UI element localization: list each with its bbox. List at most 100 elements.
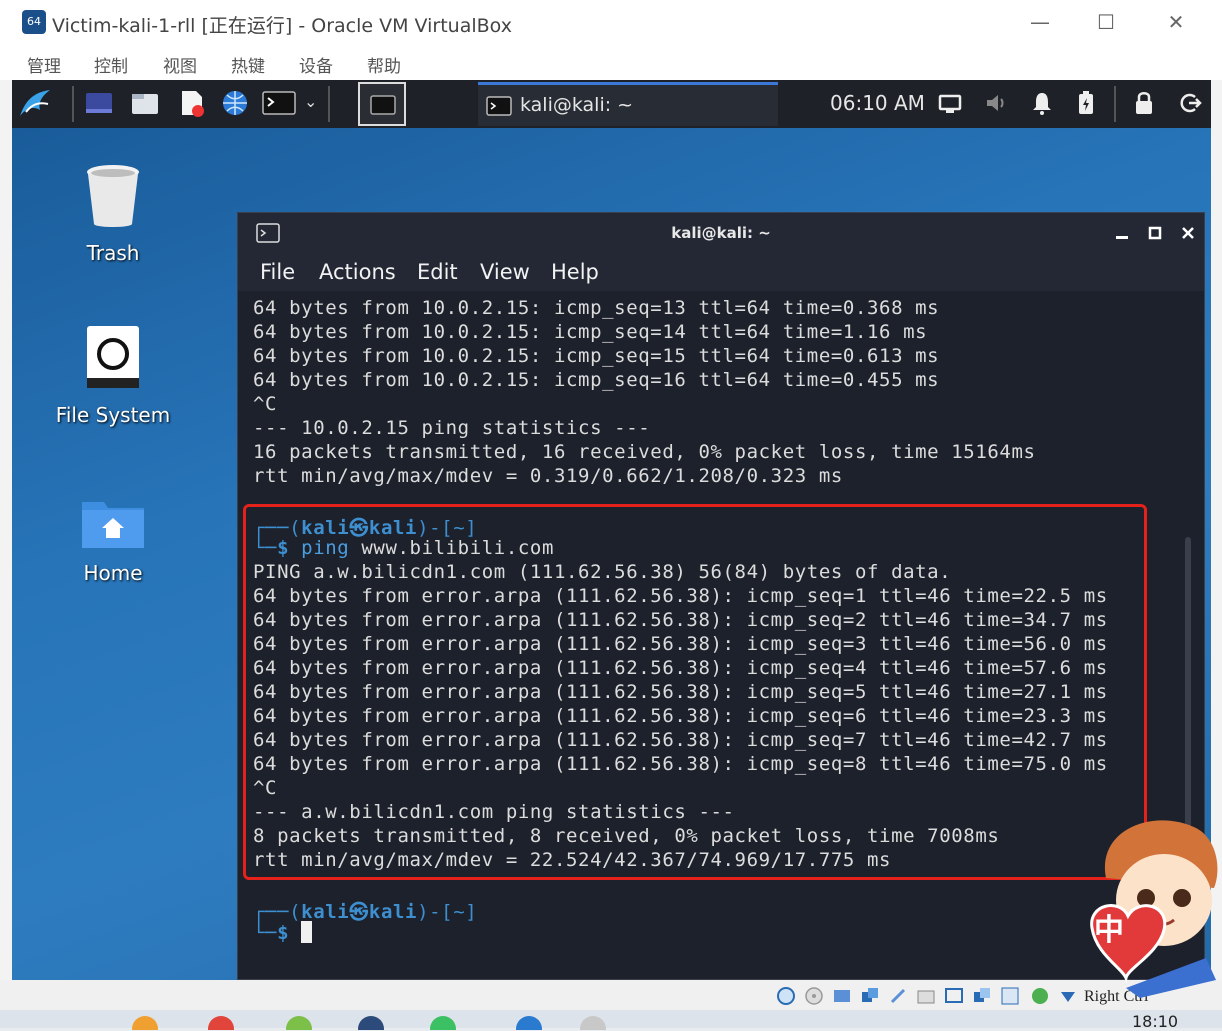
prompt-symbol: $ xyxy=(277,537,290,559)
panel-clock[interactable]: 06:10 AM xyxy=(830,91,925,115)
terminal-line: rtt min/avg/max/mdev = 0.319/0.662/1.208… xyxy=(253,465,843,487)
terminal-line: 64 bytes from error.arpa (111.62.56.38):… xyxy=(253,609,1108,631)
taskbar-item-terminal[interactable]: kali@kali: ~ xyxy=(478,82,778,126)
terminal-launcher-icon[interactable] xyxy=(262,88,298,118)
terminal-menu-file[interactable]: File xyxy=(260,260,295,284)
kali-menu-icon[interactable] xyxy=(16,86,54,122)
host-taskbar: 18:10 xyxy=(0,1010,1222,1031)
command-argument: www.bilibili.com xyxy=(361,537,554,559)
vbox-window-title: Victim-kali-1-rll [正在运行] - Oracle VM Vir… xyxy=(52,15,512,37)
terminal-close-button[interactable] xyxy=(1176,221,1200,245)
terminal-menu-help[interactable]: Help xyxy=(551,260,599,284)
terminal-line: --- a.w.bilicdn1.com ping statistics --- xyxy=(253,801,735,823)
terminal-line: 64 bytes from 10.0.2.15: icmp_seq=16 ttl… xyxy=(253,369,940,391)
terminal-window: kali@kali: ~ File Actions Edit View Help… xyxy=(237,212,1205,980)
prompt-cwd: )-[~] xyxy=(417,901,478,923)
show-desktop-icon[interactable] xyxy=(84,88,114,118)
host-clock[interactable]: 18:10 xyxy=(1132,1012,1178,1031)
workspace-terminal-icon xyxy=(370,95,396,115)
prompt-frame: └─ xyxy=(253,922,278,944)
virtualbox-window: 64 Victim-kali-1-rll [正在运行] - Oracle VM … xyxy=(0,0,1222,1031)
vbox-titlebar: 64 Victim-kali-1-rll [正在运行] - Oracle VM … xyxy=(0,0,1222,44)
terminal-output[interactable]: 64 bytes from 10.0.2.15: icmp_seq=13 ttl… xyxy=(238,291,1204,979)
display-icon[interactable] xyxy=(938,88,962,118)
mouse-integration-status-icon[interactable] xyxy=(1058,986,1078,1006)
terminal-minimize-button[interactable] xyxy=(1110,221,1134,245)
terminal-line: 64 bytes from error.arpa (111.62.56.38):… xyxy=(253,657,1108,679)
command-name: ping xyxy=(301,537,350,559)
desktop-icon-file-system[interactable]: File System xyxy=(38,324,188,427)
maximize-icon xyxy=(1148,226,1162,240)
web-browser-icon[interactable] xyxy=(220,88,250,118)
desktop-icon-label: File System xyxy=(55,403,171,427)
minimize-icon xyxy=(1116,236,1128,239)
desktop-icon-label: Trash xyxy=(86,241,140,265)
terminal-menu-view[interactable]: View xyxy=(480,260,530,284)
vbox-statusbar: Right Ctrl xyxy=(0,980,1222,1010)
close-button[interactable]: ✕ xyxy=(1156,8,1196,36)
recording-status-icon[interactable] xyxy=(972,986,992,1006)
optical-drive-status-icon[interactable] xyxy=(804,986,824,1006)
kali-top-panel: ⌄ kali@kali: ~ 06:10 AM xyxy=(12,80,1211,128)
notifications-bell-icon[interactable] xyxy=(1030,88,1054,118)
prompt-frame: ┌──( xyxy=(253,517,302,539)
home-folder-icon xyxy=(82,502,144,548)
prompt-user-host: kali㉿kali xyxy=(301,901,418,923)
usb-status-icon[interactable] xyxy=(888,986,908,1006)
prompt-frame: ┌──( xyxy=(253,901,302,923)
trash-icon xyxy=(87,165,139,227)
minimize-button[interactable]: — xyxy=(1020,8,1060,36)
terminal-line: 64 bytes from 10.0.2.15: icmp_seq=15 ttl… xyxy=(253,345,940,367)
prompt-user-host: kali㉿kali xyxy=(301,517,418,539)
terminal-line: 8 packets transmitted, 8 received, 0% pa… xyxy=(253,825,1000,847)
desktop-icon-home[interactable]: Home xyxy=(38,494,188,585)
terminal-titlebar: kali@kali: ~ xyxy=(238,213,1204,253)
menu-hotkeys[interactable]: 热键 xyxy=(231,52,265,77)
hard-disk-status-icon[interactable] xyxy=(776,986,796,1006)
prompt-cwd: )-[~] xyxy=(417,517,478,539)
battery-charging-icon[interactable] xyxy=(1074,88,1098,118)
desktop-icon-trash[interactable]: Trash xyxy=(38,162,188,265)
menu-manage[interactable]: 管理 xyxy=(27,52,61,77)
prompt-frame: └─ xyxy=(253,537,278,559)
terminal-line: 64 bytes from error.arpa (111.62.56.38):… xyxy=(253,729,1108,751)
vbox-menubar: 管理 控制 视图 热键 设备 帮助 xyxy=(0,44,1222,80)
mascot-badge-text: 中 xyxy=(1094,913,1124,948)
terminal-line: 64 bytes from error.arpa (111.62.56.38):… xyxy=(253,681,1108,703)
network-status-icon[interactable] xyxy=(860,986,880,1006)
terminal-input-line[interactable]: └─$ xyxy=(253,921,313,944)
terminal-line: 16 packets transmitted, 16 received, 0% … xyxy=(253,441,1036,463)
guest-additions-status-icon[interactable] xyxy=(1030,986,1050,1006)
maximize-button[interactable]: ☐ xyxy=(1086,8,1126,36)
terminal-maximize-button[interactable] xyxy=(1143,221,1167,245)
text-cursor xyxy=(301,921,313,943)
logout-icon[interactable] xyxy=(1178,88,1202,118)
terminal-menu-edit[interactable]: Edit xyxy=(417,260,458,284)
terminal-menubar: File Actions Edit View Help xyxy=(238,253,1204,291)
terminal-line: rtt min/avg/max/mdev = 22.524/42.367/74.… xyxy=(253,849,892,871)
text-editor-icon[interactable] xyxy=(176,88,206,118)
terminal-menu-actions[interactable]: Actions xyxy=(319,260,396,284)
display-status-icon[interactable] xyxy=(944,986,964,1006)
terminal-line: ^C xyxy=(253,777,278,799)
taskbar-item-label: kali@kali: ~ xyxy=(520,94,634,116)
menu-view[interactable]: 视图 xyxy=(163,52,197,77)
prompt-symbol: $ xyxy=(277,922,290,944)
shared-folders-status-icon[interactable] xyxy=(916,986,936,1006)
menu-devices[interactable]: 设备 xyxy=(299,52,333,77)
terminal-line: 64 bytes from error.arpa (111.62.56.38):… xyxy=(253,585,1108,607)
terminal-dropdown-chevron-icon[interactable]: ⌄ xyxy=(304,92,317,112)
terminal-line: --- 10.0.2.15 ping statistics --- xyxy=(253,417,651,439)
menu-help[interactable]: 帮助 xyxy=(367,52,401,77)
virtualization-status-icon[interactable] xyxy=(1000,986,1020,1006)
lock-screen-icon[interactable] xyxy=(1132,88,1156,118)
terminal-line: PING a.w.bilicdn1.com (111.62.56.38) 56(… xyxy=(253,561,952,583)
panel-separator xyxy=(328,86,330,122)
workspace-switcher[interactable] xyxy=(358,82,406,126)
file-manager-icon[interactable] xyxy=(130,88,160,118)
menu-control[interactable]: 控制 xyxy=(94,52,128,77)
terminal-line: ^C xyxy=(253,393,278,415)
task-terminal-icon xyxy=(486,96,512,116)
volume-muted-icon[interactable] xyxy=(984,88,1008,118)
audio-status-icon[interactable] xyxy=(832,986,852,1006)
